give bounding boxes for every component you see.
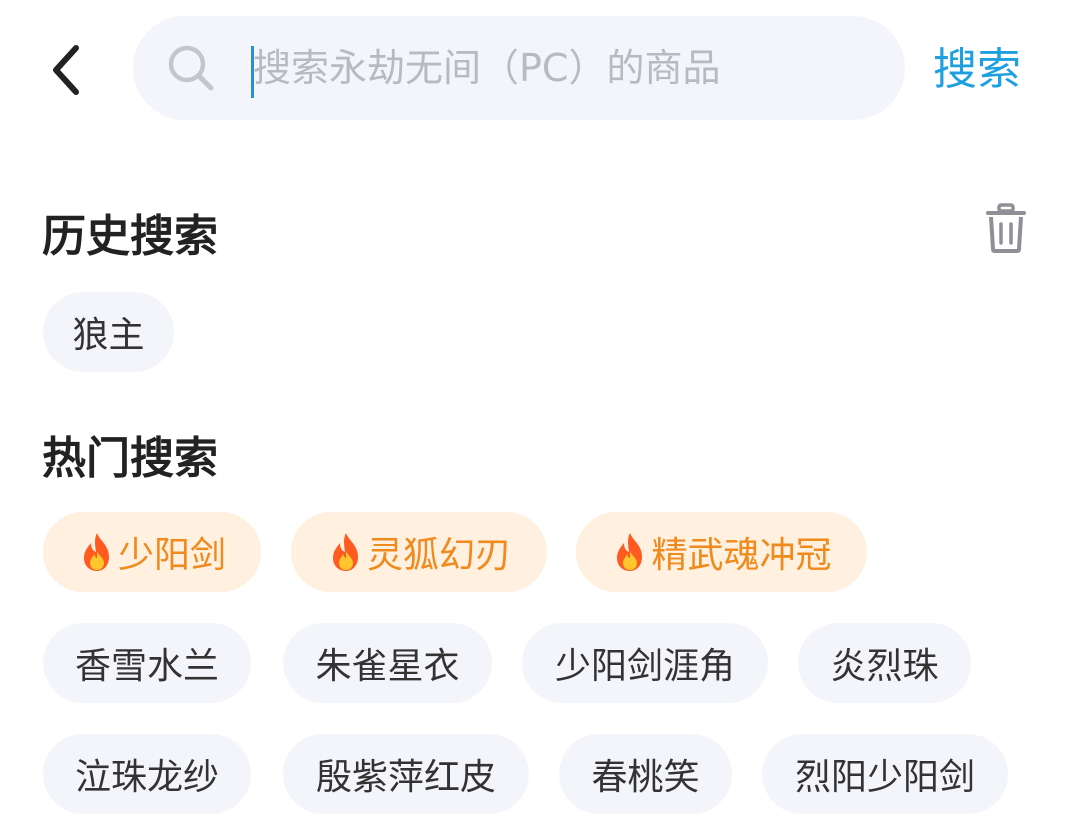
search-icon [168, 45, 214, 91]
hot-featured-chip[interactable]: 精武魂冲冠 [576, 512, 867, 592]
hot-featured-label: 少阳剑 [117, 535, 226, 576]
trash-icon [986, 203, 1026, 253]
hot-search-chip[interactable]: 泣珠龙纱 [43, 734, 251, 814]
hot-search-title: 热门搜索 [42, 433, 218, 484]
fire-icon [83, 533, 109, 571]
back-button[interactable] [38, 38, 94, 102]
hot-search-chip[interactable]: 香雪水兰 [43, 623, 251, 703]
hot-search-chip[interactable]: 烈阳少阳剑 [762, 734, 1008, 814]
history-title: 历史搜索 [42, 211, 218, 262]
top-bar: 搜索 [0, 0, 1077, 140]
hot-featured-chip[interactable]: 少阳剑 [43, 512, 261, 592]
hot-search-chip[interactable]: 殷紫萍红皮 [283, 734, 529, 814]
chevron-left-icon [53, 45, 79, 95]
hot-featured-label: 精武魂冲冠 [651, 535, 832, 576]
hot-search-chip[interactable]: 炎烈珠 [798, 623, 971, 703]
hot-search-chip[interactable]: 少阳剑涯角 [522, 623, 768, 703]
clear-history-button[interactable] [982, 202, 1030, 254]
hot-featured-chip[interactable]: 灵狐幻刃 [291, 512, 547, 592]
hot-search-chip[interactable]: 春桃笑 [559, 734, 732, 814]
fire-icon [332, 533, 358, 571]
hot-search-chip[interactable]: 朱雀星衣 [283, 623, 492, 703]
fire-icon [617, 533, 643, 571]
text-cursor [251, 46, 254, 98]
search-box[interactable] [133, 16, 905, 120]
history-chip[interactable]: 狼主 [43, 292, 174, 372]
search-input[interactable] [253, 16, 873, 120]
search-button[interactable]: 搜索 [933, 38, 1021, 102]
hot-featured-label: 灵狐幻刃 [366, 535, 511, 576]
